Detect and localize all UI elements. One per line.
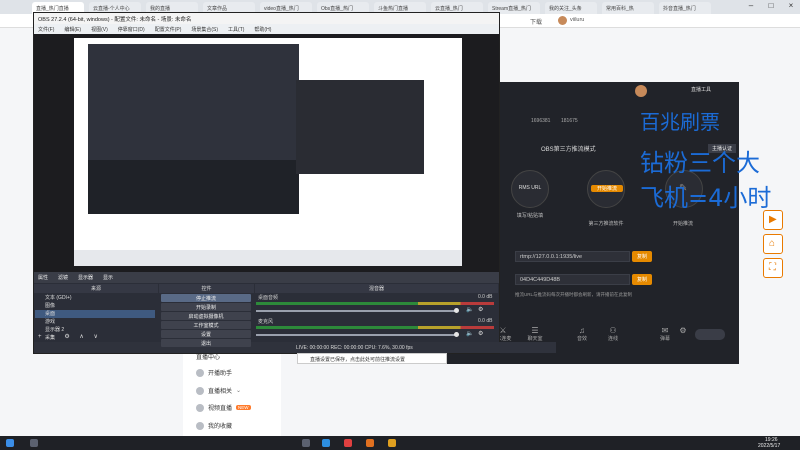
tool-audio[interactable]: ♫ 音效: [570, 326, 594, 342]
source-item[interactable]: 桌面: [35, 310, 155, 318]
play-circle-icon[interactable]: ▶: [763, 210, 783, 230]
search-icon[interactable]: [30, 439, 38, 447]
home-icon[interactable]: ⌂: [763, 234, 783, 254]
taskbar-app-live[interactable]: [344, 439, 352, 447]
control-button[interactable]: 设置: [161, 330, 251, 338]
control-button[interactable]: 停止推流: [161, 294, 251, 302]
assistant-icon: [196, 368, 204, 377]
source-item[interactable]: 采集: [35, 334, 155, 342]
copy-key-button[interactable]: 复制: [632, 274, 652, 285]
taskbar-app-explorer[interactable]: [388, 439, 396, 447]
handwriting-line-1: 百兆刷票: [640, 110, 720, 134]
rms-url-circle: RMS URL: [511, 170, 549, 208]
sidebar-item-video-live[interactable]: 视频直播 NEW: [196, 403, 251, 412]
handwriting-line-2: 钻粉三个大: [640, 149, 760, 177]
gear-icon[interactable]: ⚙: [478, 330, 483, 337]
obs-toolbar-button[interactable]: 显示: [103, 274, 113, 281]
source-item[interactable]: 文本 (GDI+): [35, 294, 155, 302]
sidebar-item-favorites[interactable]: 我的收藏: [196, 421, 232, 430]
volume-knob[interactable]: [454, 332, 459, 337]
sidebar-item-live-related[interactable]: 直播相关 ⌄: [196, 386, 241, 395]
taskbar: 19:26 2022/5/17: [0, 436, 800, 450]
start-stream-circle[interactable]: 开始推流: [587, 170, 625, 208]
obs-menu-bar: 文件(F) 编辑(E) 视图(V) 停靠窗口(D) 配置文件(P) 场景集合(S) 工具(T…: [34, 24, 499, 34]
speaker-icon[interactable]: 🔈: [466, 330, 473, 337]
maximize-icon[interactable]: □: [762, 1, 780, 10]
screenshot-icon[interactable]: ⛶: [763, 258, 783, 278]
source-item[interactable]: 图像: [35, 302, 155, 310]
obs-title: OBS 27.2.4 (64-bit, windows) - 配置文件: 未命名…: [34, 13, 499, 24]
obs-toolbar: 属性 滤镜 显示器 显示: [34, 272, 499, 283]
favorite-icon: [196, 421, 204, 430]
clock-date: 2022/5/17: [758, 443, 781, 449]
copy-url-button[interactable]: 复制: [632, 251, 652, 262]
speaker-icon[interactable]: 🔈: [466, 306, 473, 313]
start-live-button[interactable]: [695, 329, 725, 340]
gear-icon[interactable]: ⚙: [478, 306, 483, 313]
settings-icon[interactable]: ⚙: [671, 326, 695, 335]
streamer-avatar: [635, 85, 647, 97]
download-link[interactable]: 下载: [530, 17, 542, 26]
stream-key-field[interactable]: 04D4C449D48B: [515, 274, 630, 285]
control-button[interactable]: 工作室模式: [161, 321, 251, 329]
mixer-track-mic: 麦克风 0.0 dB 🔈 ⚙: [256, 318, 494, 337]
browser-tab[interactable]: 常用百科_热: [602, 2, 654, 14]
stat-1: 1696381: [531, 118, 551, 124]
header-tool[interactable]: 直播工具: [691, 86, 711, 93]
obs-toolbar-button[interactable]: 显示器: [78, 274, 93, 281]
avatar[interactable]: [558, 16, 567, 25]
live-icon: [196, 386, 204, 395]
obs-window: OBS 27.2.4 (64-bit, windows) - 配置文件: 未命名…: [33, 12, 556, 354]
obs-preview[interactable]: [34, 34, 499, 272]
obs-menu-item[interactable]: 工具(T): [228, 26, 244, 33]
control-button[interactable]: 启动虚拟摄像机: [161, 312, 251, 320]
stream-hint: 推流URL与推流码每次开播时都会刷新，请开播前在此复制: [515, 292, 632, 297]
source-item[interactable]: 游戏: [35, 318, 155, 326]
taskbar-app-edge[interactable]: [322, 439, 330, 447]
tool-link[interactable]: ⚇ 连线: [601, 326, 625, 342]
obs-menu-item[interactable]: 场景集合(S): [191, 26, 218, 33]
mixer-track-desktop: 桌面音频 0.0 dB 🔈 ⚙: [256, 294, 494, 313]
video-icon: [196, 403, 204, 412]
obs-menu-item[interactable]: 帮助(H): [254, 26, 271, 33]
sources-header: 来源: [34, 284, 158, 293]
obs-menu-item[interactable]: 编辑(E): [64, 26, 81, 33]
obs-toolbar-button[interactable]: 属性: [38, 274, 48, 281]
volume-knob[interactable]: [454, 308, 459, 313]
minimize-icon[interactable]: –: [742, 1, 760, 10]
controls-header: 控件: [159, 284, 254, 293]
obs-menu-item[interactable]: 视图(V): [91, 26, 108, 33]
nested-capture: [74, 38, 462, 266]
user-name: viiluru: [570, 17, 585, 23]
obs-menu-item[interactable]: 停靠窗口(D): [118, 26, 145, 33]
mixer-header: 混音器: [255, 284, 498, 293]
volume-slider[interactable]: [256, 334, 456, 336]
stream-url-field[interactable]: rtmp://127.0.0.1:1935/live: [515, 251, 630, 262]
obs-status-bar: LIVE: 00:00:00 REC: 00:00:00 CPU: 7.6%, …: [34, 342, 556, 353]
step-2-label: 第三方推流软件: [588, 221, 624, 227]
toast-notification[interactable]: 直播设置已保存，点击此处可前往推流设置: [297, 353, 447, 364]
control-button[interactable]: 开始录制: [161, 303, 251, 311]
volume-slider[interactable]: [256, 310, 456, 312]
obs-menu-item[interactable]: 文件(F): [38, 26, 54, 33]
handwriting-line-3: 飞机=4小时: [640, 184, 772, 212]
new-badge: NEW: [236, 405, 251, 410]
windows-start-icon[interactable]: [6, 439, 14, 447]
step-3-label: 开始推流: [672, 221, 693, 227]
obs-toolbar-button[interactable]: 滤镜: [58, 274, 68, 281]
taskbar-app-steam[interactable]: [302, 439, 310, 447]
obs-menu-item[interactable]: 配置文件(P): [155, 26, 182, 33]
step-1-label: 填写/粘贴填: [516, 213, 544, 219]
mode-title: OBS第三方推流模式: [541, 147, 596, 153]
sidebar-item-assistant[interactable]: 开播助手: [196, 368, 232, 377]
close-icon[interactable]: ×: [782, 1, 800, 10]
tool-chat[interactable]: ☰ 聊天室: [523, 326, 547, 342]
source-item[interactable]: 显示器 2: [35, 326, 155, 334]
control-button[interactable]: 退出: [161, 339, 251, 347]
browser-tab[interactable]: 我的关注_头条: [545, 2, 597, 14]
browser-tab[interactable]: 抖音直播_热门: [659, 2, 711, 14]
stat-2: 181675: [561, 118, 578, 124]
taskbar-app-obs[interactable]: [366, 439, 374, 447]
